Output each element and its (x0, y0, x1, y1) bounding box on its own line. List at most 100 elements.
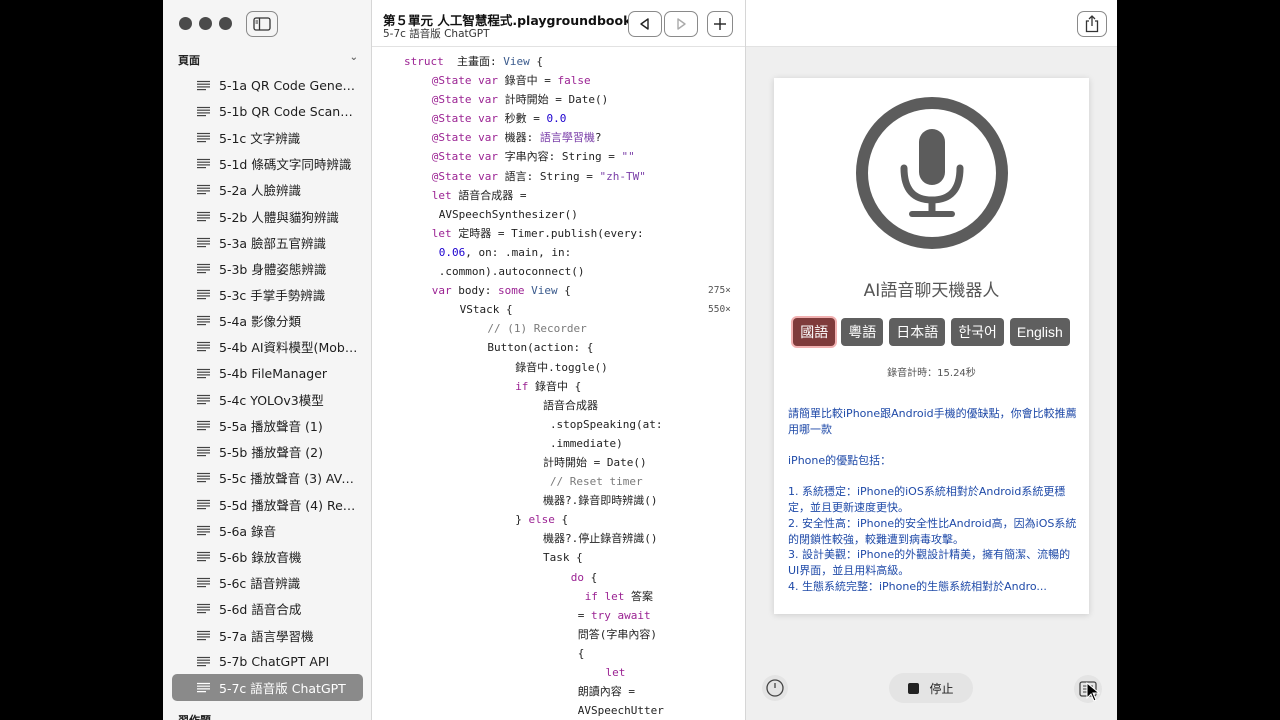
language-selector: 國語 粵語 日本語 한국어 English (774, 318, 1089, 346)
language-button[interactable]: 한국어 (951, 318, 1004, 346)
zoom-window-button[interactable] (219, 17, 232, 30)
code-token: 0.06 (438, 245, 466, 259)
share-button[interactable] (1077, 11, 1107, 37)
language-button[interactable]: English (1009, 318, 1070, 346)
code-token: var (478, 169, 499, 183)
code-token: , on: .main, in: (465, 245, 572, 259)
response-paragraph: 請簡單比較iPhone跟Android手機的優缺點，你會比較推薦用哪一款 (788, 407, 1077, 436)
sidebar-page-label: 5-6d 語音合成 (219, 602, 302, 618)
code-line: @State var 字串內容: String = "" (372, 147, 745, 166)
sidebar-page-item[interactable]: 5-5a 播放聲音 (1) (163, 412, 371, 438)
sidebar-page-item[interactable]: 5-3b 身體姿態辨識 (163, 255, 371, 281)
response-paragraph: 1. 系統穩定：iPhone的iOS系統相對於Android系統更穩定，並且更新… (788, 485, 1066, 515)
code-token: // Reset timer (549, 475, 643, 489)
sidebar-page-item[interactable]: 5-7a 語言學習機 (163, 622, 371, 648)
page-icon (197, 473, 210, 483)
sidebar-page-item[interactable]: 5-1c 文字辨識 (163, 124, 371, 150)
sidebar-page-label: 5-6b 錄放音機 (219, 549, 302, 565)
microphone-icon[interactable] (855, 96, 1009, 250)
next-page-button[interactable] (664, 11, 698, 37)
code-token: var (478, 150, 499, 164)
stop-icon (908, 682, 920, 694)
sidebar-page-label: 5-2a 人臉辨識 (219, 183, 302, 199)
sidebar-page-item[interactable]: 5-2a 人臉辨識 (163, 177, 371, 203)
exercises-section-header[interactable]: 習作題 (178, 712, 211, 720)
code-token: struct (404, 55, 444, 68)
close-window-button[interactable] (179, 17, 192, 30)
execution-count-badge[interactable]: 275× (708, 281, 731, 300)
code-token: AVSpeechUtter (577, 704, 664, 718)
code-token: 錄音中 { (528, 379, 582, 393)
sidebar-page-item[interactable]: 5-6c 語音辨識 (163, 570, 371, 596)
sidebar-page-item[interactable]: 5-4c YOLOv3模型 (163, 386, 371, 412)
code-token: @State (431, 169, 472, 183)
code-token: false (557, 74, 591, 88)
code-token: 語言學習機 (539, 131, 595, 145)
language-button[interactable]: 日本語 (889, 318, 946, 346)
sidebar-page-item[interactable]: 5-7b ChatGPT API (163, 648, 371, 674)
code-line: { (372, 644, 745, 663)
code-line: let 語音合成器 = (372, 186, 745, 205)
code-token: } (515, 513, 529, 527)
language-button[interactable]: 粵語 (841, 318, 884, 346)
page-icon (197, 551, 210, 562)
sidebar-page-label: 5-1c 文字辨識 (219, 130, 301, 146)
language-button[interactable]: 國語 (793, 318, 836, 346)
sidebar-page-item[interactable]: 5-3c 手掌手勢辨識 (163, 282, 371, 308)
code-line: } else { (372, 510, 745, 529)
sidebar-page-label: 5-1d 條碼文字同時辨識 (219, 157, 352, 173)
sidebar-page-label: 5-3a 臉部五官辨識 (219, 235, 327, 251)
code-token: "zh-TW" (599, 169, 646, 183)
code-token: var (478, 131, 499, 145)
code-line: .stopSpeaking(at: (372, 415, 745, 434)
previous-page-button[interactable] (628, 11, 662, 37)
code-token: View (503, 55, 530, 68)
code-token: @State (431, 131, 472, 145)
sidebar-toggle-button[interactable] (246, 11, 278, 37)
code-token: 字串內容: String = (498, 150, 622, 164)
sidebar-page-item[interactable]: 5-4a 影像分類 (163, 308, 371, 334)
page-icon (197, 447, 210, 457)
code-token: AVSpeechSynthesizer() (438, 207, 578, 221)
sidebar-page-item[interactable]: 5-4b FileManager (163, 360, 371, 386)
code-token: var (478, 74, 499, 88)
response-paragraph: 3. 設計美觀：iPhone的外觀設計精美，擁有簡潔、流暢的UI界面，並且用料高… (788, 548, 1071, 577)
code-token: some (498, 284, 525, 298)
sidebar-page-item[interactable]: 5-3a 臉部五官辨識 (163, 229, 371, 255)
code-line: @State var 機器: 語言學習機? (372, 128, 745, 147)
pages-section-header[interactable]: 頁面 ⌄ (178, 52, 358, 68)
code-token: 計時開始 = Date() (543, 455, 647, 469)
code-token: "" (621, 150, 635, 164)
sidebar-page-item[interactable]: 5-7c 語音版 ChatGPT (172, 674, 363, 701)
sidebar-page-item[interactable]: 5-1d 條碼文字同時辨識 (163, 151, 371, 177)
code-token: do (570, 570, 585, 584)
code-line: struct 主畫面: View { (372, 52, 745, 71)
minimize-window-button[interactable] (199, 17, 212, 30)
code-line: AVSpeechUtter (372, 701, 745, 720)
page-icon (197, 394, 210, 405)
add-button[interactable] (707, 11, 733, 37)
code-line: 錄音中.toggle() (372, 358, 745, 377)
timer-button[interactable] (762, 675, 788, 701)
code-token: 秒數 = (498, 112, 547, 126)
sidebar-page-item[interactable]: 5-6d 語音合成 (163, 596, 371, 622)
code-token: if (515, 379, 529, 393)
sidebar-page-item[interactable]: 5-6b 錄放音機 (163, 543, 371, 569)
execution-count-badge[interactable]: 550× (708, 300, 731, 319)
sidebar: 頁面 ⌄ 5-1a QR Code Generator 5-1b QR Code … (163, 0, 372, 720)
sidebar-page-label: 5-5d 播放聲音 (4) Rev... (219, 497, 359, 513)
sidebar-page-item[interactable]: 5-2b 人體與貓狗辨識 (163, 203, 371, 229)
stop-button[interactable]: 停止 (889, 673, 973, 703)
page-icon (197, 630, 210, 640)
sidebar-page-item[interactable]: 5-6a 錄音 (163, 517, 371, 543)
sidebar-page-item[interactable]: 5-1a QR Code Generator (163, 72, 371, 98)
sidebar-page-item[interactable]: 5-5c 播放聲音 (3) AVA... (163, 465, 371, 491)
sidebar-page-item[interactable]: 5-5d 播放聲音 (4) Rev... (163, 491, 371, 517)
page-icon (197, 106, 210, 116)
sidebar-page-item[interactable]: 5-1b QR Code Scanner (163, 98, 371, 124)
sidebar-page-item[interactable]: 5-5b 播放聲音 (2) (163, 439, 371, 465)
sidebar-page-item[interactable]: 5-4b AI資料模型(Mobi... (163, 334, 371, 360)
code-line: Button(action: { (372, 338, 745, 357)
code-text-area[interactable]: struct 主畫面: View { @State var 錄音中 = false… (372, 52, 745, 720)
code-token: 錄音中 = (498, 74, 558, 88)
